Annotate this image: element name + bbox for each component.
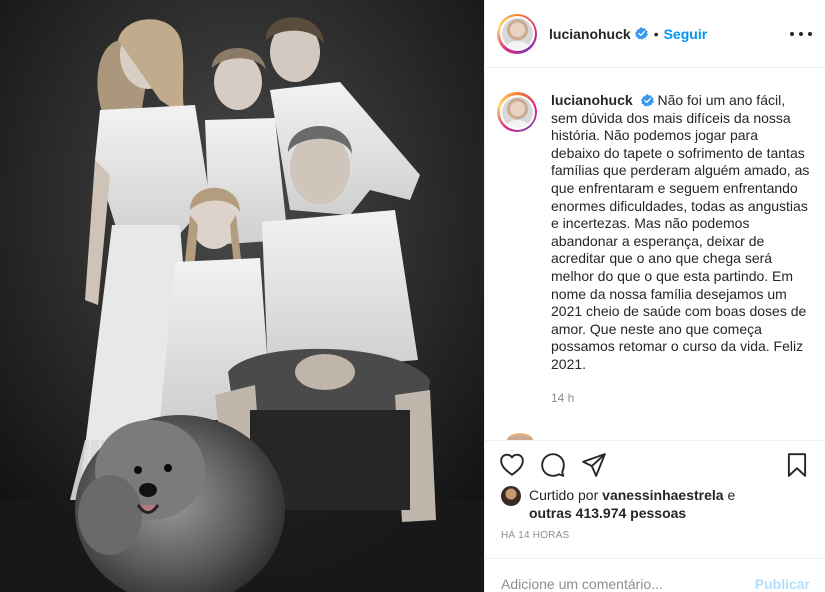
likes-text: Curtido por vanessinhaestrela e outras 4… — [529, 486, 735, 522]
heart-icon[interactable] — [499, 452, 525, 478]
caption-body: lucianohuck Não foi um ano fácil, sem dú… — [551, 92, 810, 440]
more-options-icon[interactable] — [790, 24, 812, 44]
likes-joiner: e — [727, 487, 736, 503]
comment-icon[interactable] — [540, 452, 566, 478]
comment-bar: Publicar — [485, 558, 825, 592]
caption-section: lucianohuck Não foi um ano fácil, sem dú… — [485, 68, 825, 440]
caption-username[interactable]: lucianohuck — [551, 92, 633, 108]
caption-story-ring[interactable] — [497, 92, 537, 132]
post-header: lucianohuck • Seguir — [485, 0, 825, 68]
follow-button[interactable]: Seguir — [664, 26, 708, 42]
post-side-panel: lucianohuck • Seguir lucianohuck Não foi… — [484, 0, 825, 592]
action-bar — [485, 440, 825, 488]
likes-prefix: Curtido por — [529, 487, 599, 503]
post-photo[interactable] — [0, 0, 484, 592]
likes-count-link[interactable]: outras 413.974 pessoas — [529, 505, 686, 521]
publish-button[interactable]: Publicar — [755, 566, 810, 592]
next-comment-avatar — [507, 433, 533, 440]
bookmark-icon[interactable] — [784, 452, 810, 478]
liker-avatar[interactable] — [501, 486, 521, 506]
liker-username[interactable]: vanessinhaestrela — [602, 487, 723, 503]
family-photo-illustration — [0, 0, 484, 592]
share-icon[interactable] — [581, 452, 607, 478]
story-ring[interactable] — [497, 13, 537, 54]
verified-badge-icon — [634, 27, 648, 40]
caption-text: Não foi um ano fácil, sem dúvida dos mai… — [551, 92, 810, 372]
caption-avatar[interactable] — [501, 96, 533, 128]
avatar[interactable] — [501, 18, 533, 49]
caption-timestamp[interactable]: 14 h — [551, 390, 810, 408]
header-username[interactable]: lucianohuck — [549, 26, 631, 42]
separator-dot: • — [653, 25, 659, 42]
caption-verified-badge-icon — [640, 94, 654, 107]
post-timestamp[interactable]: HÁ 14 HORAS — [501, 530, 569, 541]
comment-input[interactable] — [501, 565, 755, 592]
likes-summary: Curtido por vanessinhaestrela e outras 4… — [501, 486, 801, 522]
